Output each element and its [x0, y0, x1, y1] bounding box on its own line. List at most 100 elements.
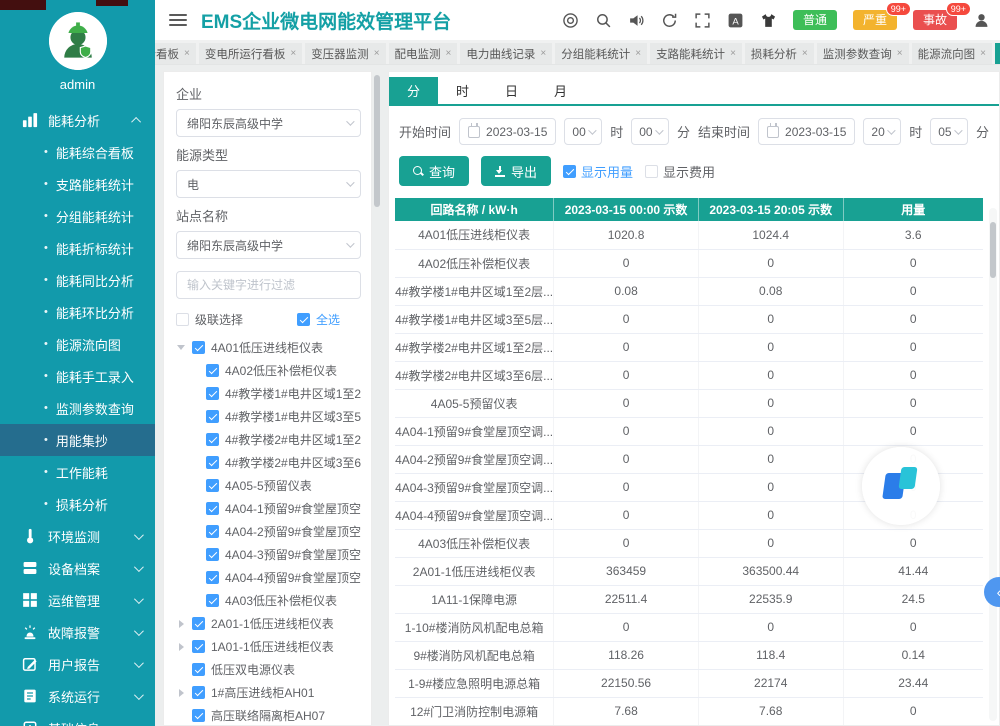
- table-row[interactable]: 1-10#楼消防风机配电总箱000: [395, 613, 983, 641]
- tab-变电所运行看板[interactable]: 变电所运行看板×: [199, 43, 302, 64]
- sidebar-item-支路能耗统计[interactable]: 支路能耗统计: [0, 168, 155, 200]
- table-row[interactable]: 4#教学楼1#电井区域3至5层...000: [395, 305, 983, 333]
- close-icon[interactable]: ×: [184, 48, 190, 59]
- tree-node[interactable]: 4A04-4预留9#食堂屋顶空调机组仪表: [176, 566, 361, 589]
- period-tab-日[interactable]: 日: [487, 77, 536, 104]
- tree-node[interactable]: 4A04-2预留9#食堂屋顶空调机组仪表: [176, 520, 361, 543]
- normal-alarm-badge[interactable]: 普通: [793, 10, 837, 30]
- tab-分组能耗统计[interactable]: 分组能耗统计×: [555, 43, 647, 64]
- period-tab-月[interactable]: 月: [536, 77, 585, 104]
- table-row[interactable]: 9#楼消防风机配电总箱118.26118.40.14: [395, 641, 983, 669]
- accident-alarm-badge[interactable]: 事故99+: [913, 10, 957, 30]
- table-row[interactable]: 4A01低压进线柜仪表1020.81024.43.6: [395, 221, 983, 249]
- show-cost-option[interactable]: 显示费用: [645, 162, 715, 181]
- search-button[interactable]: 查询: [399, 156, 469, 186]
- tree-node-checkbox[interactable]: [206, 387, 219, 400]
- tree-node[interactable]: 2A01-1低压进线柜仪表: [176, 612, 361, 635]
- tree-node-checkbox[interactable]: [206, 433, 219, 446]
- sidebar-item-损耗分析[interactable]: 损耗分析: [0, 488, 155, 520]
- close-icon[interactable]: ×: [980, 48, 986, 59]
- tab-监测参数查询[interactable]: 监测参数查询×: [817, 43, 909, 64]
- tree-node[interactable]: 4A02低压补偿柜仪表: [176, 359, 361, 382]
- search-icon[interactable]: [595, 12, 612, 29]
- close-icon[interactable]: ×: [802, 48, 808, 59]
- table-row[interactable]: 4A02低压补偿柜仪表000: [395, 249, 983, 277]
- show-usage-checkbox[interactable]: [563, 165, 576, 178]
- tree-node[interactable]: 4A05-5预留仪表: [176, 474, 361, 497]
- end-date-input[interactable]: 2023-03-15: [758, 118, 855, 145]
- close-icon[interactable]: ×: [897, 48, 903, 59]
- tree-node-checkbox[interactable]: [206, 456, 219, 469]
- cascade-checkbox[interactable]: [176, 313, 189, 326]
- table-row[interactable]: 4A03低压补偿柜仪表000: [395, 529, 983, 557]
- sidebar-group-运维管理[interactable]: 运维管理: [0, 584, 155, 616]
- tree-node[interactable]: 高压联络隔离柜AH07: [176, 704, 361, 726]
- sidebar-group-环境监测[interactable]: 环境监测: [0, 520, 155, 552]
- tree-node[interactable]: 4A03低压补偿柜仪表: [176, 589, 361, 612]
- tab-配电监测[interactable]: 配电监测×: [389, 43, 458, 64]
- tree-node-checkbox[interactable]: [206, 479, 219, 492]
- close-icon[interactable]: ×: [730, 48, 736, 59]
- tab-支路能耗统计[interactable]: 支路能耗统计×: [650, 43, 742, 64]
- serious-alarm-badge[interactable]: 严重99+: [853, 10, 897, 30]
- table-row[interactable]: 12#门卫消防控制电源箱7.687.680: [395, 697, 983, 725]
- tree-node[interactable]: 4A04-1预留9#食堂屋顶空调机组仪表: [176, 497, 361, 520]
- tree-node-checkbox[interactable]: [206, 410, 219, 423]
- start-date-input[interactable]: 2023-03-15: [459, 118, 556, 145]
- table-row[interactable]: 4#教学楼1#电井区域1至2层...0.080.080: [395, 277, 983, 305]
- translate-icon[interactable]: A: [727, 12, 744, 29]
- tab-用能集抄[interactable]: 用能集抄×: [995, 43, 1000, 64]
- sidebar-group-用户报告[interactable]: 用户报告: [0, 648, 155, 680]
- menu-toggle-icon[interactable]: [169, 14, 187, 26]
- table-row[interactable]: 4#教学楼2#电井区域3至6层...000: [395, 361, 983, 389]
- tree-node-checkbox[interactable]: [206, 548, 219, 561]
- tree-node[interactable]: 1A01-1低压进线柜仪表: [176, 635, 361, 658]
- tab-损耗分析[interactable]: 损耗分析×: [745, 43, 814, 64]
- sidebar-group-基础信息[interactable]: 基础信息: [0, 712, 155, 726]
- avatar[interactable]: [49, 12, 107, 70]
- tree-node-checkbox[interactable]: [192, 709, 205, 722]
- show-cost-checkbox[interactable]: [645, 165, 658, 178]
- expand-closed-icon[interactable]: [176, 689, 186, 697]
- sidebar-item-工作能耗[interactable]: 工作能耗: [0, 456, 155, 488]
- end-hour-select[interactable]: 20: [863, 118, 901, 145]
- tree-filter-input[interactable]: [176, 271, 361, 299]
- close-icon[interactable]: ×: [635, 48, 641, 59]
- start-minute-select[interactable]: 00: [631, 118, 669, 145]
- theme-icon[interactable]: [562, 12, 579, 29]
- sidebar-item-能耗环比分析[interactable]: 能耗环比分析: [0, 296, 155, 328]
- tree-node-checkbox[interactable]: [206, 571, 219, 584]
- tree-node[interactable]: 低压双电源仪表: [176, 658, 361, 681]
- sidebar-item-能耗同比分析[interactable]: 能耗同比分析: [0, 264, 155, 296]
- tree-node[interactable]: 4#教学楼2#电井区域3至6层动力仪表: [176, 451, 361, 474]
- user-icon[interactable]: [973, 12, 990, 29]
- end-minute-select[interactable]: 05: [930, 118, 968, 145]
- tree-node-checkbox[interactable]: [192, 640, 205, 653]
- tree-node-checkbox[interactable]: [206, 594, 219, 607]
- tab-综合看板[interactable]: 综合看板×: [155, 43, 196, 64]
- period-tab-分[interactable]: 分: [389, 77, 438, 104]
- table-row[interactable]: 4A05-5预留仪表000: [395, 389, 983, 417]
- tree-node[interactable]: 1#高压进线柜AH01: [176, 681, 361, 704]
- close-icon[interactable]: ×: [446, 48, 452, 59]
- start-hour-select[interactable]: 00: [564, 118, 602, 145]
- expand-open-icon[interactable]: [176, 345, 186, 350]
- table-row[interactable]: 1A11-1保障电源22511.422535.924.5: [395, 585, 983, 613]
- tree-node-checkbox[interactable]: [192, 341, 205, 354]
- sidebar-group-系统运行[interactable]: 系统运行: [0, 680, 155, 712]
- station-select[interactable]: 绵阳东辰高级中学: [176, 231, 361, 259]
- expand-closed-icon[interactable]: [176, 643, 186, 651]
- sidebar-item-能耗综合看板[interactable]: 能耗综合看板: [0, 136, 155, 168]
- table-row[interactable]: 4#教学楼2#电井区域1至2层...000: [395, 333, 983, 361]
- skin-icon[interactable]: [760, 12, 777, 29]
- enterprise-select[interactable]: 绵阳东辰高级中学: [176, 109, 361, 137]
- tab-能源流向图[interactable]: 能源流向图×: [912, 43, 992, 64]
- sidebar-item-能耗折标统计[interactable]: 能耗折标统计: [0, 232, 155, 264]
- tree-node[interactable]: 4#教学楼1#电井区域3至5层动力仪表: [176, 405, 361, 428]
- fullscreen-icon[interactable]: [694, 12, 711, 29]
- expand-closed-icon[interactable]: [176, 620, 186, 628]
- tab-电力曲线记录[interactable]: 电力曲线记录×: [460, 43, 552, 64]
- tree-node-checkbox[interactable]: [206, 525, 219, 538]
- sidebar-item-分组能耗统计[interactable]: 分组能耗统计: [0, 200, 155, 232]
- table-row[interactable]: 1-9#楼应急照明电源总箱22150.562217423.44: [395, 669, 983, 697]
